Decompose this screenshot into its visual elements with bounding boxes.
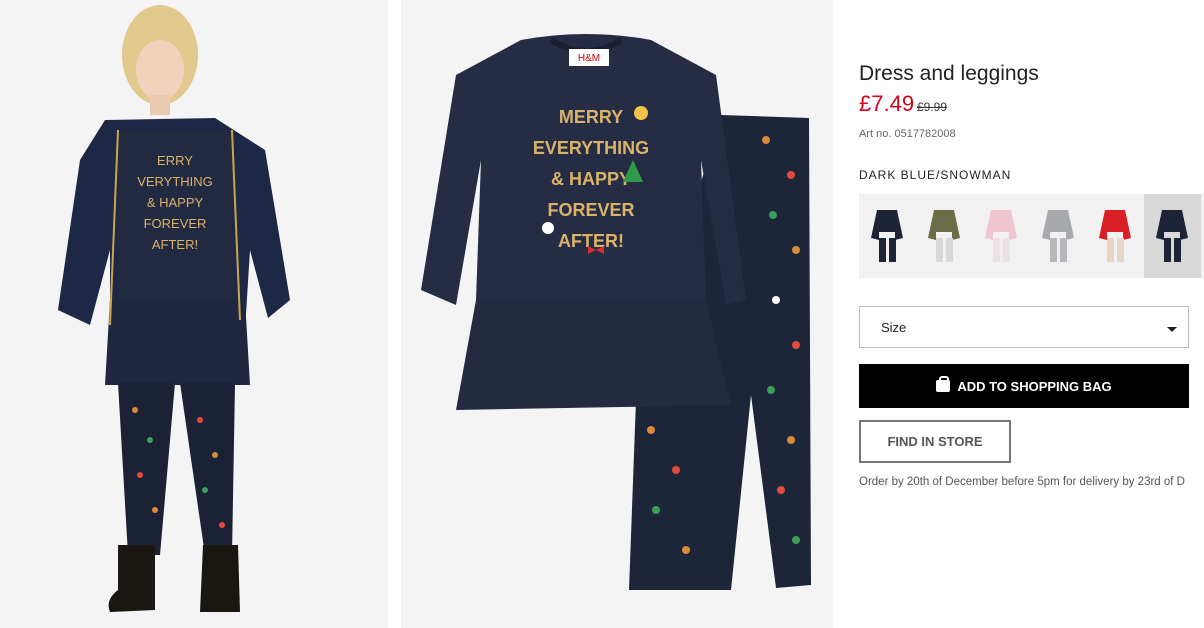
swatch-grey[interactable] — [1030, 194, 1087, 278]
size-select[interactable]: Size — [859, 306, 1189, 348]
svg-text:& HAPPY: & HAPPY — [147, 195, 204, 210]
swatch-red[interactable] — [1087, 194, 1144, 278]
article-number: Art no. 0517782008 — [859, 128, 956, 140]
svg-text:AFTER!: AFTER! — [152, 237, 198, 252]
selected-color-name: DARK BLUE/SNOWMAN — [859, 168, 1012, 182]
color-swatches — [859, 194, 1204, 278]
svg-text:MERRY: MERRY — [559, 107, 623, 127]
add-to-bag-label: ADD TO SHOPPING BAG — [957, 378, 1112, 394]
chevron-down-icon — [1167, 327, 1177, 332]
old-price: £9.99 — [917, 100, 948, 114]
find-in-store-button[interactable]: FIND IN STORE — [859, 420, 1011, 463]
product-title: Dress and leggings — [859, 62, 1039, 85]
swatch-light-pink[interactable] — [973, 194, 1030, 278]
svg-text:VERYTHING: VERYTHING — [137, 174, 213, 189]
add-to-bag-button[interactable]: ADD TO SHOPPING BAG — [859, 364, 1189, 408]
product-info: Dress and leggings £7.49 £9.99 Art no. 0… — [859, 0, 1204, 628]
product-image-flat[interactable]: H&M MERRY EVERYTHING & HAPPY FOREVER AFT… — [401, 0, 833, 628]
find-in-store-label: FIND IN STORE — [887, 434, 983, 449]
swatch-dark-blue[interactable] — [859, 194, 916, 278]
product-image-model[interactable]: ERRY VERYTHING & HAPPY FOREVER AFTER! — [0, 0, 388, 628]
shopping-bag-icon — [936, 376, 951, 392]
size-select-label: Size — [881, 320, 907, 335]
product-price: £7.49 — [859, 91, 915, 116]
delivery-note: Order by 20th of December before 5pm for… — [859, 476, 1185, 488]
svg-text:FOREVER: FOREVER — [144, 216, 207, 231]
svg-text:& HAPPY: & HAPPY — [551, 169, 631, 189]
svg-text:FOREVER: FOREVER — [547, 200, 634, 220]
swatch-dark-blue-snowman[interactable] — [1144, 194, 1201, 278]
svg-text:EVERYTHING: EVERYTHING — [533, 138, 649, 158]
svg-text:H&M: H&M — [578, 53, 600, 64]
swatch-khaki[interactable] — [916, 194, 973, 278]
svg-text:ERRY: ERRY — [157, 153, 193, 168]
